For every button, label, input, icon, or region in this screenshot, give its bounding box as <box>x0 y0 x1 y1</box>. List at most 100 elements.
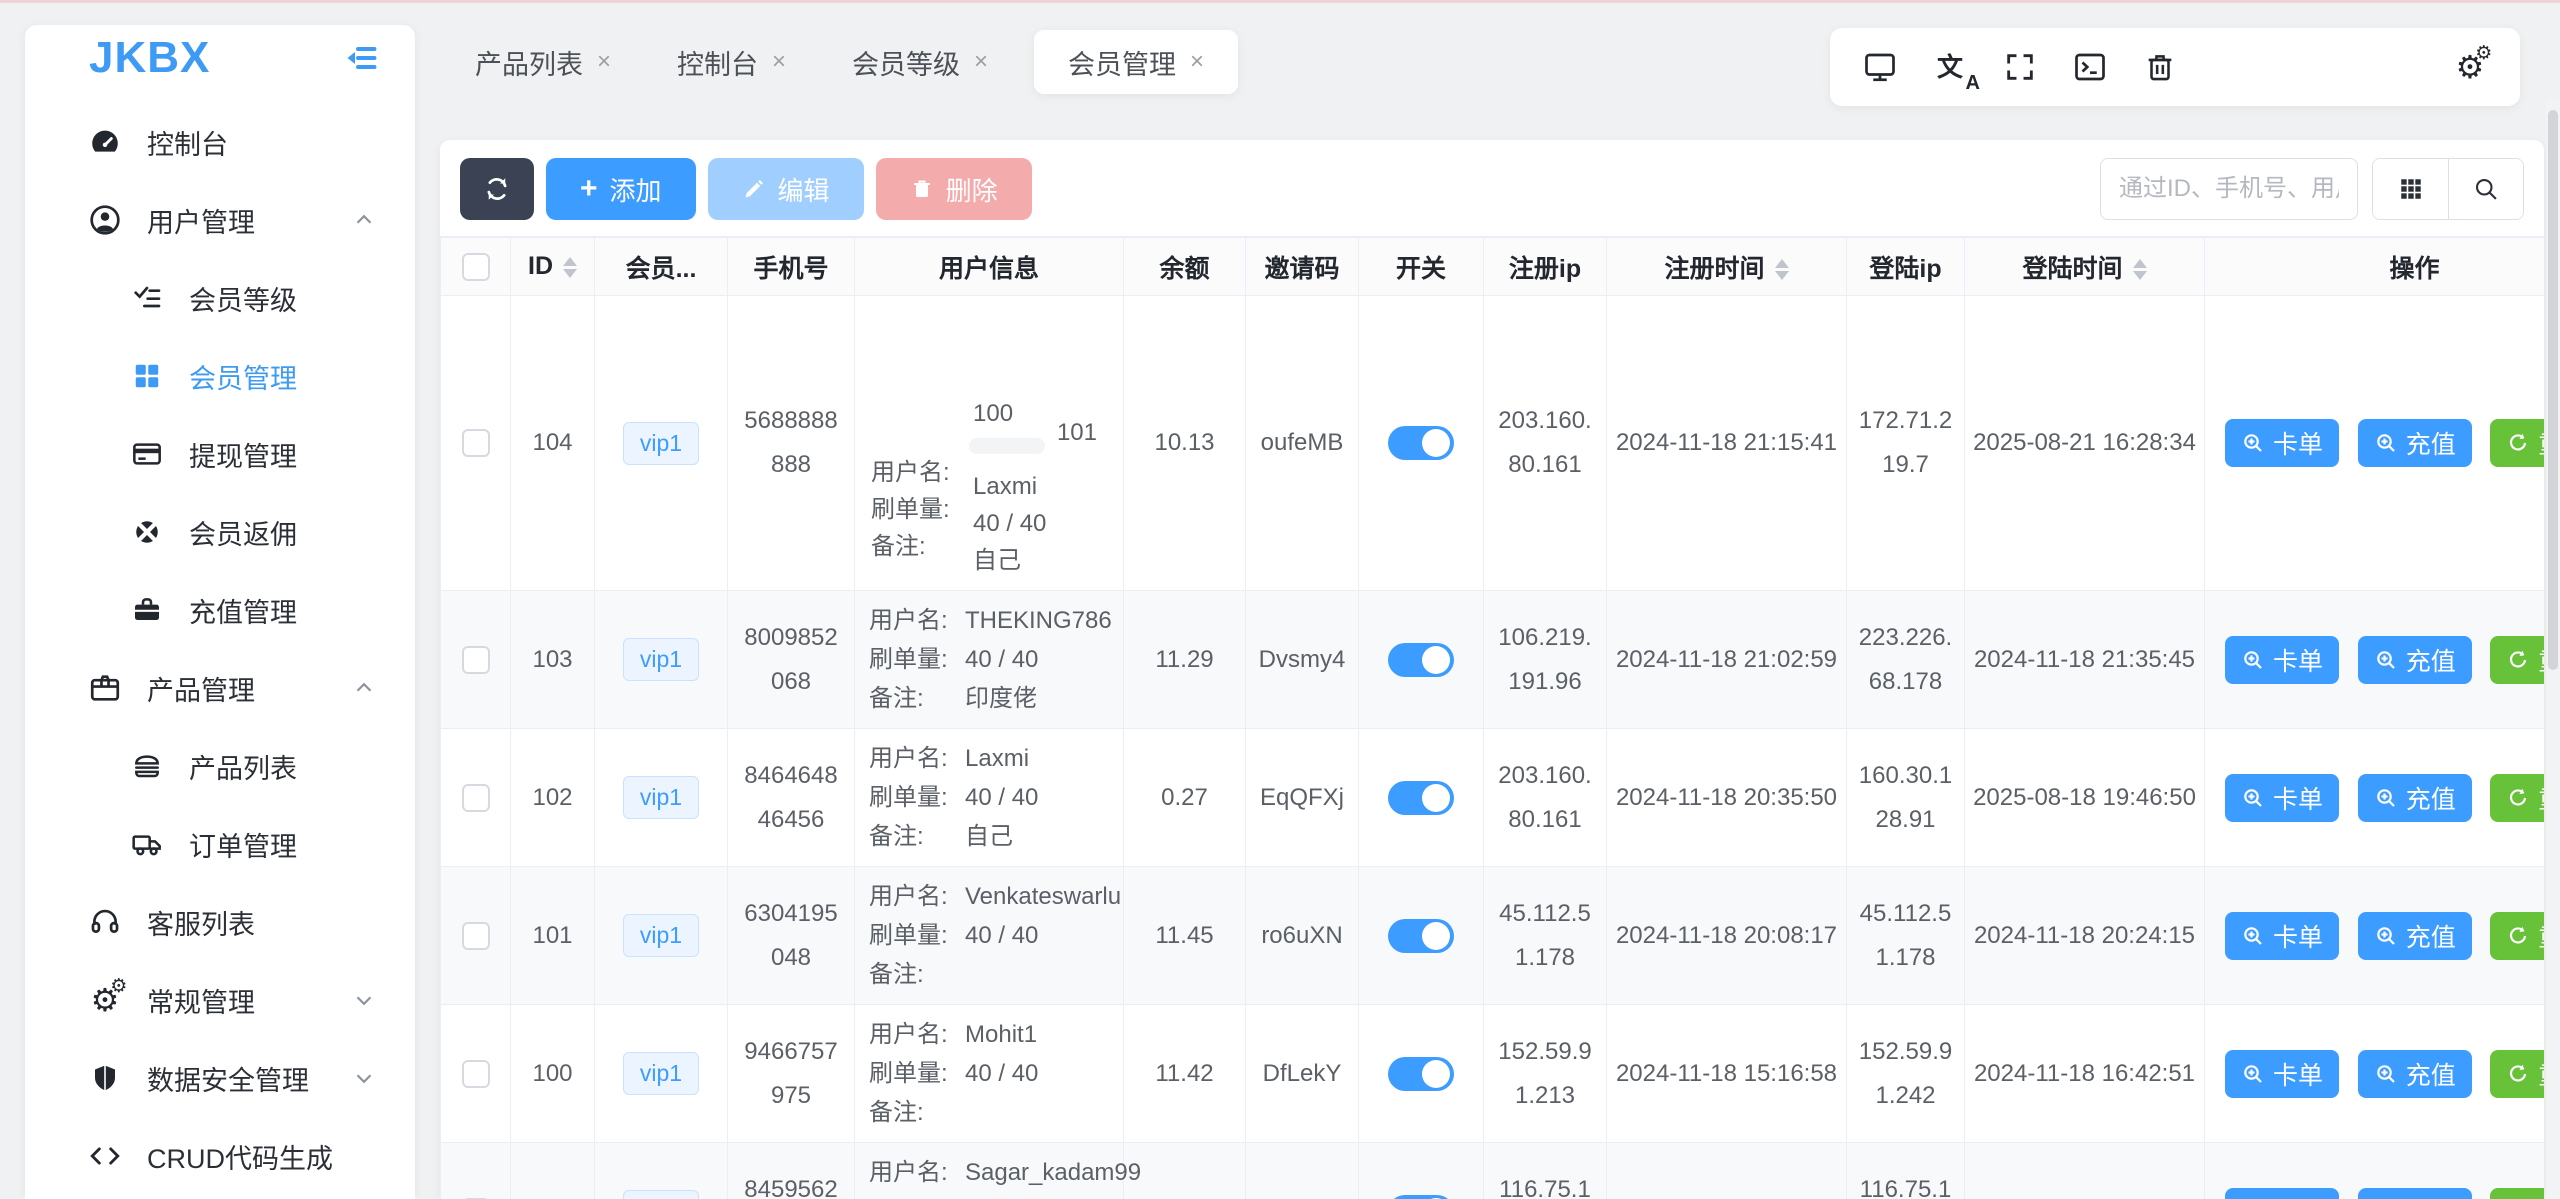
status-toggle[interactable] <box>1388 1195 1454 1199</box>
refresh-button[interactable] <box>460 158 534 220</box>
sidebar-item-recharge-management[interactable]: 充值管理 <box>25 571 415 649</box>
recharge-button[interactable]: 充值 <box>2358 636 2472 684</box>
cell-balance: 10.13 <box>1124 296 1246 591</box>
tab-member-management[interactable]: 会员管理 × <box>1034 30 1238 94</box>
cell-id: 99 <box>511 1143 595 1199</box>
terminal-icon[interactable] <box>2070 47 2110 87</box>
sidebar-item-crud-generator[interactable]: CRUD代码生成 <box>25 1117 415 1195</box>
card-order-button[interactable]: 卡单 <box>2225 774 2339 822</box>
sidebar-item-label: 产品管理 <box>147 669 255 708</box>
table-row: 102 vip1 846464846456 用户名:Laxmi 刷单量:40 /… <box>441 729 2545 867</box>
tab-product-list[interactable]: 产品列表 × <box>455 30 631 94</box>
recharge-button[interactable]: 充值 <box>2358 1050 2472 1098</box>
row-checkbox[interactable] <box>462 784 490 812</box>
level-badge[interactable]: vip1 <box>623 422 699 465</box>
reset-order-button[interactable]: 重置订单 <box>2490 636 2544 684</box>
row-checkbox[interactable] <box>462 1060 490 1088</box>
sidebar-item-label: 会员等级 <box>189 279 297 318</box>
cell-reg-time: 2024-11-18 21:02:59 <box>1607 591 1847 729</box>
delete-button[interactable]: 删除 <box>876 158 1032 220</box>
trash-icon[interactable] <box>2140 47 2180 87</box>
card-order-button[interactable]: 卡单 <box>2225 419 2339 467</box>
sidebar-item-member-commission[interactable]: 会员返佣 <box>25 493 415 571</box>
add-button[interactable]: + 添加 <box>546 158 696 220</box>
edit-button[interactable]: 编辑 <box>708 158 864 220</box>
recharge-button[interactable]: 充值 <box>2358 1188 2472 1199</box>
card-order-button[interactable]: 卡单 <box>2225 1188 2339 1199</box>
recharge-button[interactable]: 充值 <box>2358 912 2472 960</box>
sidebar-collapse-icon[interactable] <box>341 38 381 78</box>
sidebar-item-member-management[interactable]: 会员管理 <box>25 337 415 415</box>
reset-order-button[interactable]: 重置订单 <box>2490 774 2544 822</box>
card-order-button[interactable]: 卡单 <box>2225 636 2339 684</box>
cell-phone: 8459562017 <box>728 1143 855 1199</box>
col-header-regtime[interactable]: 注册时间 <box>1607 238 1847 296</box>
tab-member-level[interactable]: 会员等级 × <box>832 30 1008 94</box>
row-checkbox[interactable] <box>462 922 490 950</box>
sidebar-item-data-security[interactable]: 数据安全管理 <box>25 1039 415 1117</box>
tab-label: 会员等级 <box>852 43 960 82</box>
cell-userinfo: 用户名:Sagar_kadam99 刷单量:40 / 40 备注:印度佬 <box>855 1143 1124 1199</box>
col-header-logintime[interactable]: 登陆时间 <box>1965 238 2205 296</box>
sort-icon[interactable] <box>2133 259 2147 280</box>
cell-login-ip: 152.59.91.242 <box>1847 1005 1965 1143</box>
sidebar-item-general-management[interactable]: ⚙⚙ 常规管理 <box>25 961 415 1039</box>
row-checkbox[interactable] <box>462 429 490 457</box>
close-icon[interactable]: × <box>974 48 988 76</box>
level-badge[interactable]: vip1 <box>623 776 699 819</box>
page-scrollbar[interactable] <box>2546 100 2560 1199</box>
sidebar-item-order-management[interactable]: 订单管理 <box>25 805 415 883</box>
sidebar-item-product-list[interactable]: 产品列表 <box>25 727 415 805</box>
status-toggle[interactable] <box>1388 781 1454 815</box>
reset-order-button[interactable]: 重置订单 <box>2490 912 2544 960</box>
level-badge[interactable]: vip1 <box>623 638 699 681</box>
reset-order-button[interactable]: 重置订单 <box>2490 1050 2544 1098</box>
card-order-button[interactable]: 卡单 <box>2225 1050 2339 1098</box>
brush-value: 40 / 40 <box>965 1054 1038 1093</box>
status-toggle[interactable] <box>1388 643 1454 677</box>
reset-order-button[interactable]: 重置订单 <box>2490 419 2544 467</box>
level-badge[interactable]: vip1 <box>623 1190 699 1199</box>
recharge-button[interactable]: 充值 <box>2358 419 2472 467</box>
select-all-checkbox[interactable] <box>462 253 490 281</box>
sidebar-item-user-management[interactable]: 用户管理 <box>25 181 415 259</box>
sidebar-item-support-list[interactable]: 客服列表 <box>25 883 415 961</box>
sidebar-item-withdraw-management[interactable]: 提现管理 <box>25 415 415 493</box>
table-toolbar: + 添加 编辑 删除 <box>440 140 2544 236</box>
status-toggle[interactable] <box>1388 1057 1454 1091</box>
col-header-id[interactable]: ID <box>511 238 595 296</box>
search-icon[interactable] <box>2448 159 2523 219</box>
close-icon[interactable]: × <box>597 48 611 76</box>
level-badge[interactable]: vip1 <box>623 1052 699 1095</box>
fullscreen-icon[interactable] <box>2000 47 2040 87</box>
recharge-button[interactable]: 充值 <box>2358 774 2472 822</box>
translate-icon[interactable]: 文A <box>1930 47 1970 87</box>
close-icon[interactable]: × <box>772 48 786 76</box>
reset-order-button[interactable]: 重置订单 <box>2490 1188 2544 1199</box>
column-grid-icon[interactable] <box>2373 159 2448 219</box>
sidebar-item-product-management[interactable]: 产品管理 <box>25 649 415 727</box>
col-header-actions: 操作 <box>2205 238 2545 296</box>
cell-invite: oufeMB <box>1246 296 1359 591</box>
status-toggle[interactable] <box>1388 919 1454 953</box>
chevron-down-icon <box>351 1065 377 1091</box>
sort-icon[interactable] <box>563 257 577 278</box>
dashboard-icon <box>87 124 123 160</box>
status-toggle[interactable] <box>1388 426 1454 460</box>
monitor-icon[interactable] <box>1860 47 1900 87</box>
sidebar-item-label: 控制台 <box>147 123 228 162</box>
level-badge[interactable]: vip1 <box>623 914 699 957</box>
close-icon[interactable]: × <box>1190 48 1204 76</box>
sidebar-item-member-level[interactable]: 会员等级 <box>25 259 415 337</box>
sort-icon[interactable] <box>1775 259 1789 280</box>
scrollbar-thumb[interactable] <box>2548 110 2558 670</box>
sidebar-item-dashboard[interactable]: 控制台 <box>25 103 415 181</box>
search-input[interactable] <box>2100 158 2358 220</box>
card-order-button[interactable]: 卡单 <box>2225 912 2339 960</box>
cell-id: 103 <box>511 591 595 729</box>
sidebar-item-label: 客服列表 <box>147 903 255 942</box>
settings-gears-icon[interactable]: ⚙⚙ <box>2450 47 2490 87</box>
tab-dashboard[interactable]: 控制台 × <box>657 30 806 94</box>
row-checkbox[interactable] <box>462 646 490 674</box>
cell-reg-ip: 45.112.51.178 <box>1484 867 1607 1005</box>
